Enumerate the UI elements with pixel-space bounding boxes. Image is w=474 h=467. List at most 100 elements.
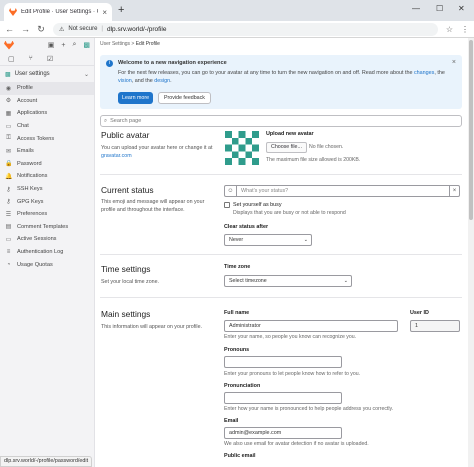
comment-icon: ▤ bbox=[5, 224, 12, 231]
chevron-down-icon: ⌄ bbox=[303, 237, 308, 243]
sidebar-item-label: Usage Quotas bbox=[17, 261, 53, 268]
email-hint: We also use email for avatar detection i… bbox=[224, 441, 369, 447]
sidebar-item-label: Password bbox=[17, 160, 42, 167]
search-placeholder: Search page bbox=[110, 118, 142, 124]
chevron-down-icon: ⌄ bbox=[83, 71, 89, 78]
banner-title: Welcome to a new navigation experience bbox=[118, 60, 227, 66]
full-name-label: Full name bbox=[224, 310, 250, 316]
sidebar-item-usage-quotas[interactable]: ◔ Usage Quotas bbox=[0, 258, 94, 271]
time-zone-select[interactable]: Select timezone ⌄ bbox=[224, 275, 352, 287]
sidebar-item-access-tokens[interactable]: ⚿ Access Tokens bbox=[0, 132, 94, 145]
browser-tab[interactable]: Edit Profile · User Settings · GitL... × bbox=[4, 3, 112, 21]
sidebar-item-account[interactable]: ⚙ Account bbox=[0, 95, 94, 108]
pronunciation-label: Pronunciation bbox=[224, 383, 261, 389]
sidebar-section-user-settings[interactable]: ▩ User settings ⌄ bbox=[0, 66, 94, 82]
address-bar[interactable]: ⚠ Not secure | dlp.srv.world/-/profile bbox=[53, 22, 438, 36]
breadcrumb-separator: > bbox=[131, 41, 135, 47]
main-settings-title: Main settings bbox=[101, 309, 151, 319]
sidebar-item-label: Comment Templates bbox=[17, 223, 69, 230]
vision-link[interactable]: vision bbox=[118, 78, 132, 84]
security-label[interactable]: Not secure bbox=[68, 26, 97, 32]
sidebar-item-preferences[interactable]: ☰ Preferences bbox=[0, 208, 94, 221]
pronouns-hint: Enter your pronouns to let people know h… bbox=[224, 371, 361, 377]
changes-link[interactable]: changes bbox=[414, 70, 434, 76]
sidebar-item-gpg-keys[interactable]: ⚷ GPG Keys bbox=[0, 195, 94, 208]
preferences-icon: ☰ bbox=[5, 211, 12, 218]
status-input[interactable]: What's your status? bbox=[237, 188, 449, 194]
gravatar-link[interactable]: gravatar.com bbox=[101, 153, 132, 159]
sidebar-item-ssh-keys[interactable]: ⚷ SSH Keys bbox=[0, 183, 94, 196]
not-secure-icon[interactable]: ⚠ bbox=[59, 26, 64, 33]
sidebar-item-authentication-log[interactable]: ≡ Authentication Log bbox=[0, 246, 94, 259]
sidebar-item-active-sessions[interactable]: ▭ Active Sessions bbox=[0, 233, 94, 246]
sidebar-item-notifications[interactable]: 🔔 Notifications bbox=[0, 170, 94, 183]
bookmark-star-icon[interactable]: ☆ bbox=[446, 25, 453, 34]
key-icon: ⚷ bbox=[6, 186, 11, 193]
learn-more-button[interactable]: Learn more bbox=[118, 92, 154, 104]
search-icon[interactable]: ⌕ bbox=[72, 41, 76, 49]
sidebar-item-profile[interactable]: ◉ Profile bbox=[0, 82, 94, 95]
design-link[interactable]: design bbox=[154, 78, 170, 84]
current-status-title: Current status bbox=[101, 185, 154, 195]
back-arrow-icon[interactable]: ← bbox=[5, 24, 14, 34]
lock-icon: 🔒 bbox=[5, 161, 13, 168]
sidebar-item-label: Profile bbox=[17, 85, 33, 92]
sidebar-section-label: User settings bbox=[14, 71, 50, 77]
sidebar-item-label: Active Sessions bbox=[17, 236, 57, 243]
todo-icon[interactable]: ☑ bbox=[47, 55, 53, 63]
section-divider bbox=[100, 174, 462, 175]
reload-icon[interactable]: ↻ bbox=[37, 24, 45, 35]
sidebar-item-label: Authentication Log bbox=[17, 249, 64, 256]
url-text[interactable]: dlp.srv.world/-/profile bbox=[107, 26, 166, 33]
sidebar-item-label: Account bbox=[17, 97, 38, 104]
browser-menu-icon[interactable]: ⋮ bbox=[461, 25, 469, 34]
sidebar-item-label: GPG Keys bbox=[17, 198, 44, 205]
full-name-field[interactable]: Administrator bbox=[224, 320, 398, 332]
scrollbar-thumb[interactable] bbox=[469, 40, 473, 220]
sidebar-item-comment-templates[interactable]: ▤ Comment Templates bbox=[0, 221, 94, 234]
window-close-button[interactable]: ✕ bbox=[458, 4, 465, 13]
gitlab-logo-icon[interactable] bbox=[4, 40, 14, 50]
sidebar-item-label: Access Tokens bbox=[17, 135, 55, 142]
main-settings-desc: This information will appear on your pro… bbox=[101, 324, 202, 330]
sidebar-item-password[interactable]: 🔒 Password bbox=[0, 158, 94, 171]
busy-checkbox[interactable] bbox=[224, 202, 230, 208]
email-label: Email bbox=[224, 418, 239, 424]
tab-close-icon[interactable]: × bbox=[102, 8, 107, 17]
minimize-button[interactable]: — bbox=[412, 4, 420, 13]
new-tab-button[interactable]: + bbox=[118, 4, 124, 16]
sidebar-item-applications[interactable]: ▦ Applications bbox=[0, 107, 94, 120]
sidebar-item-label: SSH Keys bbox=[17, 186, 43, 193]
full-name-hint: Enter your name, so people you know can … bbox=[224, 334, 357, 340]
avatar[interactable]: ▩ bbox=[83, 41, 90, 49]
choose-file-button[interactable]: Choose file... bbox=[266, 142, 307, 153]
breadcrumb-current[interactable]: Edit Profile bbox=[136, 41, 160, 47]
gitlab-favicon-icon bbox=[9, 8, 17, 16]
pronouns-field[interactable] bbox=[224, 356, 342, 368]
merge-request-icon[interactable]: ⑂ bbox=[29, 55, 33, 62]
sidebar-toggle-icon[interactable]: ▣ bbox=[48, 41, 55, 49]
email-field[interactable]: admin@example.com bbox=[224, 427, 342, 439]
public-avatar-desc: You can upload your avatar here or chang… bbox=[101, 145, 213, 159]
quota-icon: ◔ bbox=[6, 261, 11, 268]
maximize-button[interactable]: ☐ bbox=[436, 4, 443, 13]
sidebar-item-emails[interactable]: ✉ Emails bbox=[0, 145, 94, 158]
clear-status-label: Clear status after bbox=[224, 224, 269, 230]
issues-icon[interactable]: ▢ bbox=[8, 55, 15, 63]
emoji-picker-icon[interactable]: ☺ bbox=[225, 186, 237, 196]
clear-status-select[interactable]: Never ⌄ bbox=[224, 234, 312, 246]
user-avatar-icon: ▩ bbox=[5, 71, 11, 78]
banner-close-icon[interactable]: × bbox=[452, 59, 456, 66]
busy-label: Set yourself as busy bbox=[233, 202, 282, 208]
provide-feedback-button[interactable]: Provide feedback bbox=[158, 92, 211, 104]
plus-icon[interactable]: + bbox=[61, 42, 65, 49]
clear-status-icon[interactable]: × bbox=[449, 186, 459, 196]
sidebar-item-label: Emails bbox=[17, 148, 34, 155]
mail-icon: ✉ bbox=[5, 148, 12, 155]
pronunciation-field[interactable] bbox=[224, 392, 342, 404]
breadcrumb-user-settings[interactable]: User Settings bbox=[100, 41, 130, 47]
page-scrollbar[interactable] bbox=[468, 38, 474, 467]
sidebar-item-chat[interactable]: ▭ Chat bbox=[0, 120, 94, 133]
search-input[interactable]: ⌕ Search page bbox=[100, 115, 462, 127]
forward-arrow-icon[interactable]: → bbox=[21, 24, 30, 34]
